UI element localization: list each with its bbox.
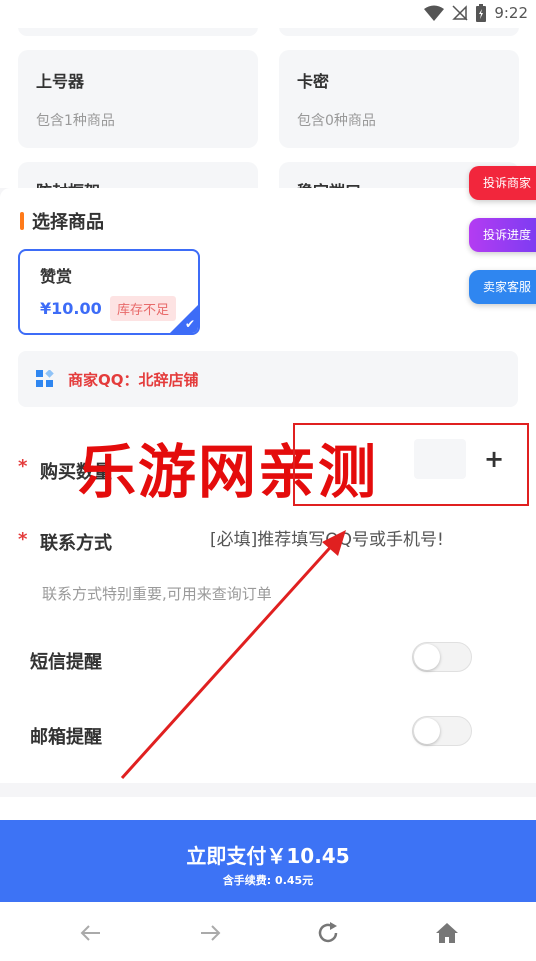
home-icon[interactable] (434, 920, 460, 946)
forward-arrow-icon[interactable] (197, 920, 223, 946)
browser-nav-bar (0, 902, 536, 961)
pay-button[interactable]: 立即支付￥10.45 含手续费: 0.45元 (0, 820, 536, 902)
refresh-icon[interactable] (315, 920, 341, 946)
spacer (0, 797, 536, 820)
divider (0, 783, 536, 797)
pay-fee: 含手续费: 0.45元 (222, 874, 314, 887)
back-arrow-icon[interactable] (78, 920, 104, 946)
pay-label: 立即支付￥10.45 (186, 844, 350, 868)
